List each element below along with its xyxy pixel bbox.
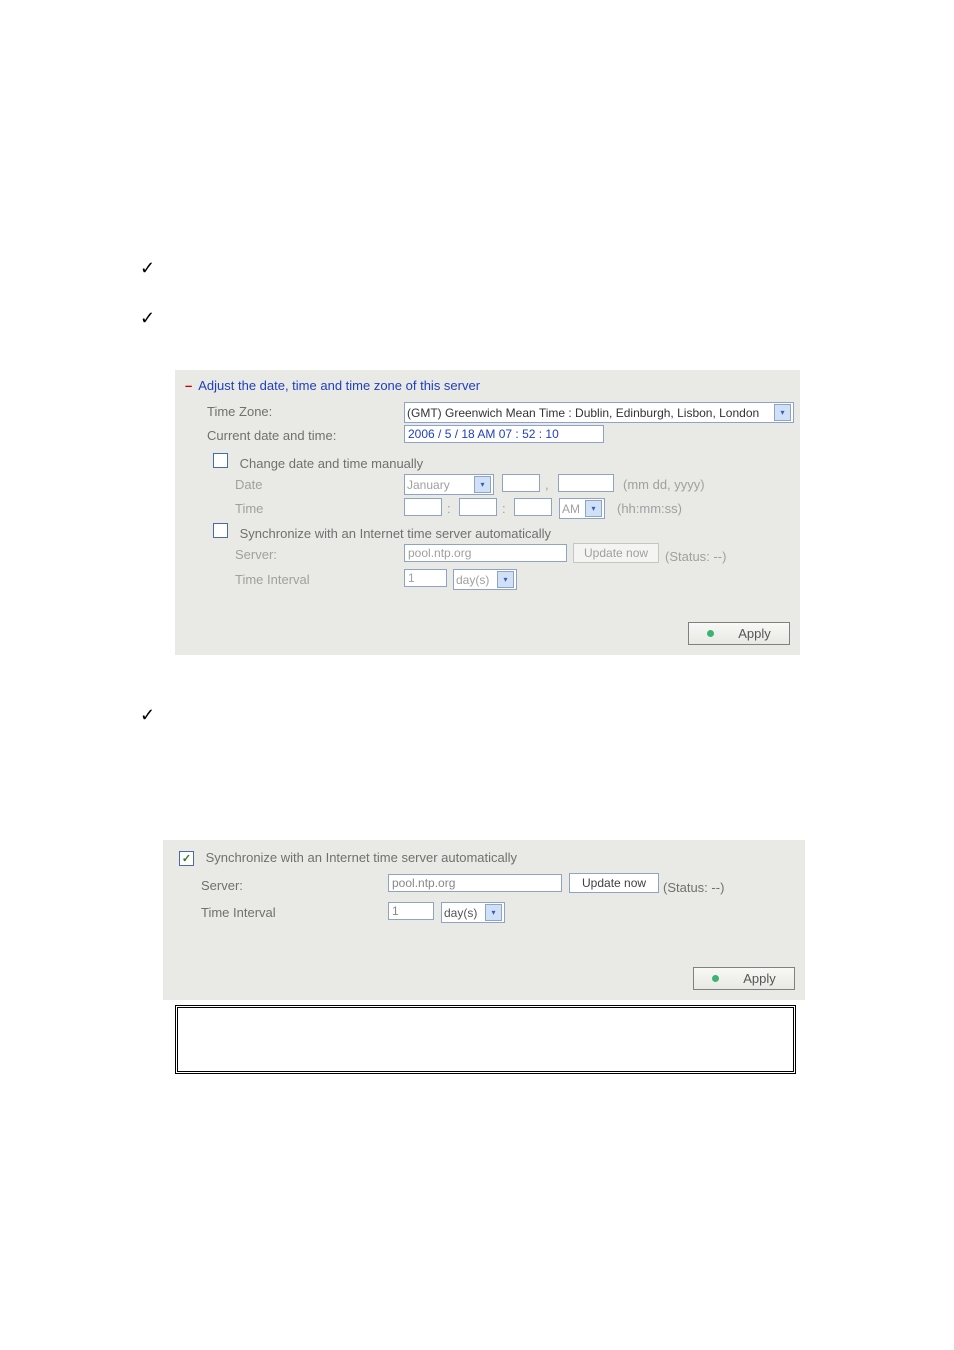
sync-panel: Synchronize with an Internet time server…: [163, 840, 805, 1000]
date-comma: ,: [545, 477, 549, 492]
interval-input: 1: [404, 569, 447, 587]
change-manually-label: Change date and time manually: [240, 456, 424, 471]
bullet-check-1: ✓: [140, 258, 155, 279]
dot-icon: [712, 975, 719, 982]
time-colon-2: :: [502, 501, 506, 516]
timezone-label: Time Zone:: [207, 404, 272, 419]
interval-input-2[interactable]: 1: [388, 902, 434, 920]
dot-icon: [707, 630, 714, 637]
time-label: Time: [235, 501, 263, 516]
server-input: pool.ntp.org: [404, 544, 567, 562]
time-colon-1: :: [447, 501, 451, 516]
chevron-down-icon: ▾: [474, 476, 491, 493]
note-box: [175, 1005, 796, 1074]
collapse-icon[interactable]: –: [185, 378, 192, 393]
chevron-down-icon: ▾: [485, 904, 502, 921]
interval-unit-select-2[interactable]: day(s) ▾: [441, 902, 505, 923]
sync-checkbox-2[interactable]: [179, 851, 194, 866]
sync-label: Synchronize with an Internet time server…: [240, 526, 551, 541]
date-month-select: January ▾: [404, 474, 494, 495]
interval-unit-select: day(s) ▾: [453, 569, 517, 590]
date-year-input: [558, 474, 614, 492]
sync-row-2: Synchronize with an Internet time server…: [179, 850, 517, 866]
apply-button[interactable]: Apply: [688, 622, 790, 645]
update-now-button-2[interactable]: Update now: [569, 873, 659, 893]
bullet-check-2: ✓: [140, 308, 155, 329]
time-hint: (hh:mm:ss): [617, 501, 682, 516]
change-manually-row: Change date and time manually: [213, 453, 423, 471]
sync-checkbox[interactable]: [213, 523, 228, 538]
timezone-select[interactable]: (GMT) Greenwich Mean Time : Dublin, Edin…: [404, 402, 794, 423]
time-ss-input: [514, 498, 552, 516]
apply-button-2[interactable]: Apply: [693, 967, 795, 990]
time-hh-input: [404, 498, 442, 516]
server-label: Server:: [235, 547, 277, 562]
bullet-check-3: ✓: [140, 705, 155, 726]
time-ampm-select: AM ▾: [559, 498, 605, 519]
interval-label-2: Time Interval: [201, 905, 276, 920]
current-datetime-label: Current date and time:: [207, 428, 336, 443]
datetime-panel: –Adjust the date, time and time zone of …: [175, 370, 800, 655]
status-text-2: (Status: --): [663, 880, 724, 895]
sync-row: Synchronize with an Internet time server…: [213, 523, 551, 541]
change-manually-checkbox[interactable]: [213, 453, 228, 468]
update-now-button: Update now: [573, 543, 659, 563]
chevron-down-icon: ▾: [585, 500, 602, 517]
date-label: Date: [235, 477, 262, 492]
time-mm-input: [459, 498, 497, 516]
panel-title: –Adjust the date, time and time zone of …: [185, 378, 480, 393]
interval-label: Time Interval: [235, 572, 310, 587]
chevron-down-icon: ▾: [497, 571, 514, 588]
server-input-2[interactable]: pool.ntp.org: [388, 874, 562, 892]
chevron-down-icon: ▾: [774, 404, 791, 421]
status-text: (Status: --): [665, 549, 726, 564]
date-hint: (mm dd, yyyy): [623, 477, 705, 492]
sync-label-2: Synchronize with an Internet time server…: [206, 850, 517, 865]
current-datetime-value: 2006 / 5 / 18 AM 07 : 52 : 10: [404, 425, 604, 443]
server-label-2: Server:: [201, 878, 243, 893]
date-day-input: [502, 474, 540, 492]
